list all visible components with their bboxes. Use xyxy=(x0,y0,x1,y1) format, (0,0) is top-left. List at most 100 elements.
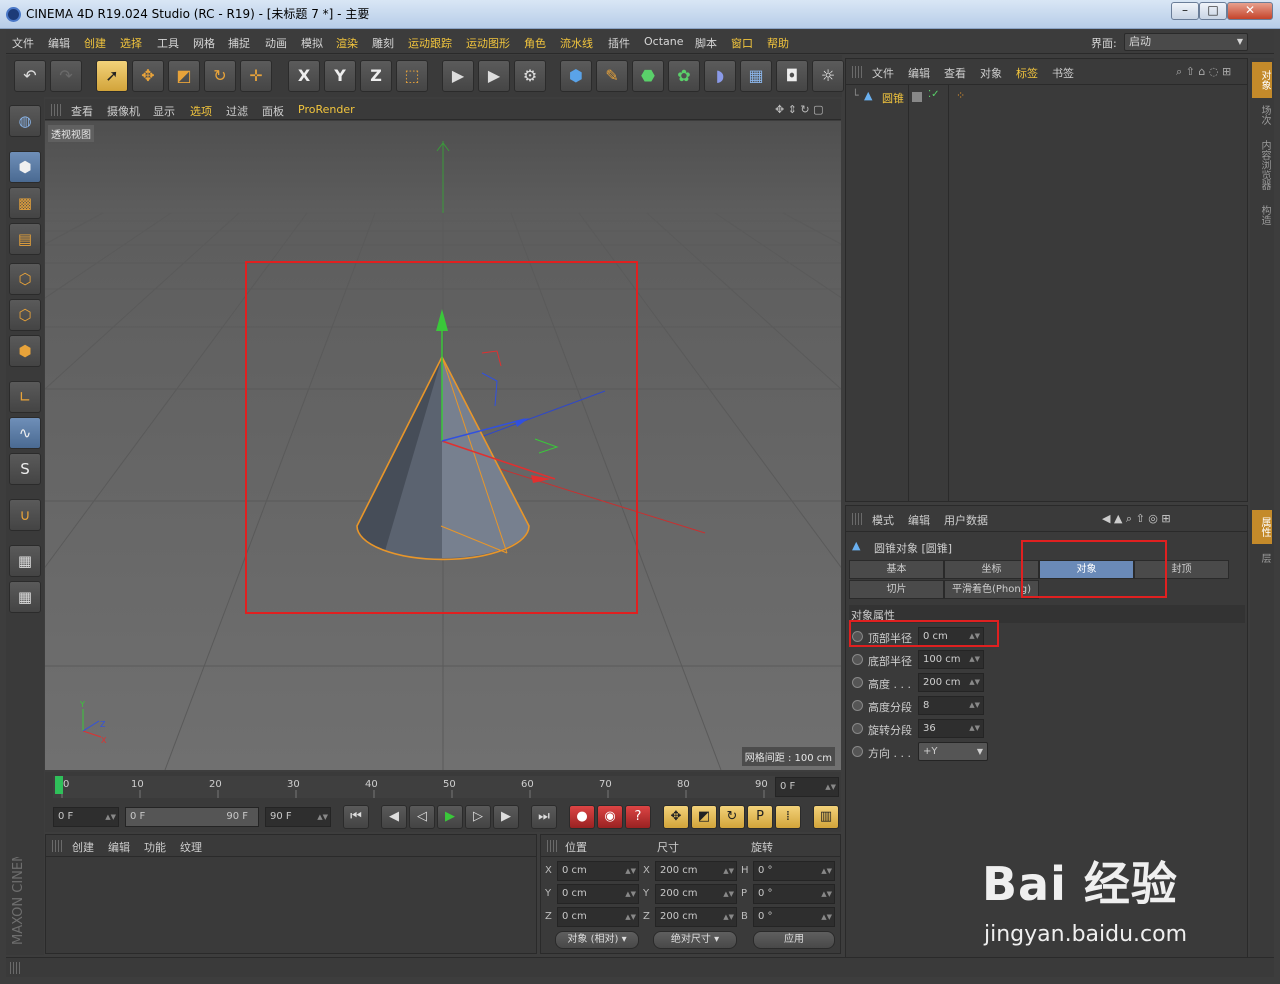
rotate-icon[interactable]: ↻ xyxy=(204,60,236,92)
key-rotation-icon[interactable]: ↻ xyxy=(719,805,745,829)
undo-icon[interactable]: ↶ xyxy=(14,60,46,92)
deformer-icon[interactable]: ◗ xyxy=(704,60,736,92)
redo-icon[interactable]: ↷ xyxy=(50,60,82,92)
height-field[interactable]: 200 cm ▲▼ xyxy=(918,673,984,692)
objmgr-menu-file[interactable]: 文件 xyxy=(872,65,894,81)
pen-icon[interactable]: ✎ xyxy=(596,60,628,92)
phong-tag-icon[interactable]: ⁘ xyxy=(956,89,965,102)
position-z-field[interactable]: 0 cm ▲▼ xyxy=(557,907,639,927)
menu-simulate[interactable]: 模拟 xyxy=(301,35,323,51)
rotation-segments-field[interactable]: 36 ▲▼ xyxy=(918,719,984,738)
light-icon[interactable]: ☼ xyxy=(812,60,844,92)
attr-menu-edit[interactable]: 编辑 xyxy=(908,512,930,528)
material-menu-texture[interactable]: 纹理 xyxy=(180,839,202,855)
side-tab-layers[interactable]: 层 xyxy=(1252,546,1272,570)
play-icon[interactable]: ▶ xyxy=(437,805,463,829)
menu-motion-tracking[interactable]: 运动跟踪 xyxy=(408,35,452,51)
go-to-start-icon[interactable]: ⏮ xyxy=(343,805,369,829)
animate-radio-icon[interactable] xyxy=(852,654,863,665)
model-mode-icon[interactable]: ⬢ xyxy=(9,151,41,183)
viewport-menu-view[interactable]: 查看 xyxy=(71,103,93,119)
keyframe-selection-icon[interactable]: ? xyxy=(625,805,651,829)
next-key-icon[interactable]: ▶ xyxy=(493,805,519,829)
objmgr-menu-view[interactable]: 查看 xyxy=(944,65,966,81)
side-tab-takes[interactable]: 场次 xyxy=(1252,98,1272,132)
previous-key-icon[interactable]: ◀ xyxy=(381,805,407,829)
material-menu-function[interactable]: 功能 xyxy=(144,839,166,855)
polygons-mode-icon[interactable]: ⬢ xyxy=(9,335,41,367)
key-position-icon[interactable]: ✥ xyxy=(663,805,689,829)
viewport-menu-prorender[interactable]: ProRender xyxy=(298,103,355,116)
minimize-button[interactable]: – xyxy=(1171,2,1199,20)
render-view-icon[interactable]: ▶ xyxy=(442,60,474,92)
magnet-icon[interactable]: ∪ xyxy=(9,499,41,531)
orientation-select[interactable]: +Y ▼ xyxy=(918,742,988,761)
bottom-radius-field[interactable]: 100 cm ▲▼ xyxy=(918,650,984,669)
menu-script[interactable]: 脚本 xyxy=(695,35,717,51)
edges-mode-icon[interactable]: ⬡ xyxy=(9,299,41,331)
recent-tool-icon[interactable]: ✛ xyxy=(240,60,272,92)
rotation-h-field[interactable]: 0 ° ▲▼ xyxy=(753,861,835,881)
render-picture-viewer-icon[interactable]: ▶ xyxy=(478,60,510,92)
menu-select[interactable]: 选择 xyxy=(120,35,142,51)
attr-nav-icons[interactable]: ◀ ▲ ⌕ ⇧ ◎ ⊞ xyxy=(1102,512,1171,526)
cube-icon[interactable]: ⬢ xyxy=(560,60,592,92)
menu-file[interactable]: 文件 xyxy=(12,35,34,51)
position-y-field[interactable]: 0 cm ▲▼ xyxy=(557,884,639,904)
objmgr-menu-edit[interactable]: 编辑 xyxy=(908,65,930,81)
timeline[interactable]: 0 10 20 30 40 50 60 70 80 90 0 F ▲▼ xyxy=(45,772,841,802)
menu-window[interactable]: 窗口 xyxy=(731,35,753,51)
workplane-rotate-icon[interactable]: ▦ xyxy=(9,581,41,613)
side-tab-structure[interactable]: 构造 xyxy=(1252,198,1272,232)
objmgr-menu-objects[interactable]: 对象 xyxy=(980,65,1002,81)
key-parameter-icon[interactable]: P xyxy=(747,805,773,829)
render-settings-icon[interactable]: ⚙ xyxy=(514,60,546,92)
menu-octane[interactable]: Octane xyxy=(644,35,684,48)
texture-mode-icon[interactable]: ▩ xyxy=(9,187,41,219)
menu-mesh[interactable]: 网格 xyxy=(193,35,215,51)
viewport-menu-panel[interactable]: 面板 xyxy=(262,103,284,119)
tab-basic[interactable]: 基本 xyxy=(849,560,944,579)
timeline-playhead[interactable] xyxy=(55,776,63,794)
camera-icon[interactable]: ◘ xyxy=(776,60,808,92)
coordinate-system-icon[interactable]: ⬚ xyxy=(396,60,428,92)
range-slider[interactable]: 0 F 90 F xyxy=(125,807,259,827)
size-x-field[interactable]: 200 cm ▲▼ xyxy=(655,861,737,881)
go-to-end-icon[interactable]: ⏭ xyxy=(531,805,557,829)
animate-radio-icon[interactable] xyxy=(852,700,863,711)
menu-sculpt[interactable]: 雕刻 xyxy=(372,35,394,51)
layout-select[interactable]: 启动 ▼ xyxy=(1124,33,1248,51)
close-button[interactable]: ✕ xyxy=(1227,2,1273,20)
side-tab-attributes[interactable]: 属性 xyxy=(1252,510,1272,544)
axis-mode-icon[interactable]: ∟ xyxy=(9,381,41,413)
animate-radio-icon[interactable] xyxy=(852,677,863,688)
maximize-button[interactable]: □ xyxy=(1199,2,1227,20)
material-menu-edit[interactable]: 编辑 xyxy=(108,839,130,855)
rotation-b-field[interactable]: 0 ° ▲▼ xyxy=(753,907,835,927)
previous-frame-icon[interactable]: ◁ xyxy=(409,805,435,829)
menu-render[interactable]: 渲染 xyxy=(336,35,358,51)
record-icon[interactable]: ● xyxy=(569,805,595,829)
menu-tools[interactable]: 工具 xyxy=(157,35,179,51)
snap-icon[interactable]: S xyxy=(9,453,41,485)
size-z-field[interactable]: 200 cm ▲▼ xyxy=(655,907,737,927)
viewport-menu-cameras[interactable]: 摄像机 xyxy=(107,103,140,119)
y-axis-icon[interactable]: Y xyxy=(324,60,356,92)
viewport-navigate-icon[interactable]: ✥ ⇕ ↻ ▢ xyxy=(775,103,824,116)
material-menu-create[interactable]: 创建 xyxy=(72,839,94,855)
apply-button[interactable]: 应用 xyxy=(753,931,835,949)
layer-swatch-icon[interactable] xyxy=(912,92,922,102)
position-x-field[interactable]: 0 cm ▲▼ xyxy=(557,861,639,881)
points-mode-icon[interactable]: ⬡ xyxy=(9,263,41,295)
menu-pipeline[interactable]: 流水线 xyxy=(560,35,593,51)
timeline-window-icon[interactable]: ▥ xyxy=(813,805,839,829)
menu-help[interactable]: 帮助 xyxy=(767,35,789,51)
current-frame-field[interactable]: 0 F ▲▼ xyxy=(775,777,839,797)
x-axis-icon[interactable]: X xyxy=(288,60,320,92)
rotation-p-field[interactable]: 0 ° ▲▼ xyxy=(753,884,835,904)
object-row-cone[interactable]: └ ▲ 圆锥 ⁚✓ ⁘ xyxy=(850,89,1246,105)
menu-character[interactable]: 角色 xyxy=(524,35,546,51)
subdivision-icon[interactable]: ⬣ xyxy=(632,60,664,92)
objmgr-menu-tags[interactable]: 标签 xyxy=(1016,65,1038,81)
side-tab-content-browser[interactable]: 内容浏览器 xyxy=(1252,134,1272,196)
